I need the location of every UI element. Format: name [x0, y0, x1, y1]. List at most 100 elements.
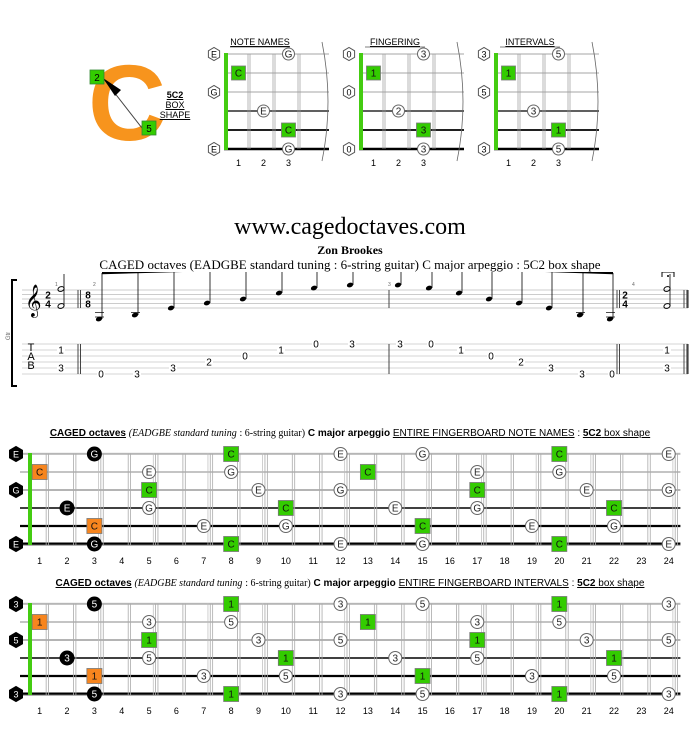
tab-number: 3: [397, 340, 403, 351]
note-label: 1: [283, 654, 289, 665]
fingerboard-note-names: EGEG C E G C EC E G C E GC E G C E GE G C E G CC E G C E GG C E G C E1…: [9, 445, 681, 566]
time-signature-mid-bottom: 8: [85, 300, 91, 311]
note-label: E: [583, 486, 590, 497]
note-label: 1: [371, 69, 377, 80]
tab-number: 3: [58, 364, 64, 375]
note-label: 5: [92, 690, 98, 701]
title-shape: 5C2: [577, 578, 596, 589]
time-signature-end-bottom: 4: [622, 300, 628, 311]
tab-number: 3: [548, 364, 554, 375]
tab-number: 0: [609, 370, 615, 381]
fretboard-break-curve: [591, 41, 599, 162]
fret-number: 9: [256, 556, 261, 566]
fret-number: 7: [201, 706, 206, 716]
diagram-title: FINGERING: [370, 37, 420, 47]
tab-number: 3: [134, 370, 140, 381]
open-string-label: G: [210, 88, 217, 98]
tab-number: 3: [170, 364, 176, 375]
note-label: 5: [474, 654, 480, 665]
treble-clef-icon: 𝄞: [25, 285, 42, 318]
shape-label: 5C2 BOX SHAPE: [155, 90, 195, 120]
fret-number: 6: [174, 556, 179, 566]
fret-number: 17: [472, 706, 482, 716]
note-label: 1: [92, 672, 98, 683]
shape-label-box: BOX: [165, 100, 185, 110]
shape-label-shape: SHAPE: [159, 110, 191, 120]
note-label: 5: [666, 636, 672, 647]
fret-number: 23: [636, 706, 646, 716]
title-caged: CAGED octaves: [49, 428, 126, 439]
note-label: 3: [338, 690, 344, 701]
fret-number: 11: [309, 706, 318, 716]
beam: [101, 272, 183, 275]
open-string-label: E: [211, 50, 217, 60]
note-label: C: [285, 126, 292, 137]
measure-number: 3: [388, 282, 391, 288]
diagram-title: INTERVALS: [505, 37, 554, 47]
note-label: C: [610, 504, 617, 515]
title-colon: :: [577, 428, 581, 439]
note-label: C: [228, 540, 235, 551]
note-label: 5: [556, 50, 562, 61]
fret-number: 14: [390, 556, 400, 566]
tab-number: 1: [664, 346, 670, 357]
fret-number: 5: [147, 556, 152, 566]
open-string-label: 0: [346, 50, 351, 60]
site-title: www.cagedoctaves.com: [234, 214, 466, 240]
tab-number: 3: [664, 364, 670, 375]
title-colon: :: [571, 578, 575, 589]
note-label: C: [474, 486, 481, 497]
title-mode: ENTIRE FINGERBOARD NOTE NAMES: [392, 428, 575, 439]
note-label: 1: [474, 636, 480, 647]
fret-number: 16: [445, 556, 455, 566]
open-string-label: G: [12, 486, 19, 496]
note-label: 3: [256, 636, 262, 647]
note-label: 3: [338, 600, 344, 611]
nut: [359, 53, 363, 150]
fret-number: 8: [229, 706, 234, 716]
fingerboard-intervals: 3535 1 3 5 1 31 3 5 1 3 51 3 5 1 3 53 5 1 3 5 11 3 5 1 3 55 1 3 5 1 31…: [9, 595, 681, 716]
fret-number: 22: [609, 556, 619, 566]
title-arpeggio: C major arpeggio: [307, 428, 391, 439]
open-string-label: E: [13, 450, 19, 460]
note-label: E: [337, 540, 344, 551]
note-label: 5: [420, 600, 426, 611]
note-label: 1: [365, 618, 371, 629]
note-label: E: [200, 522, 207, 533]
fret-number: 17: [472, 556, 482, 566]
open-string-label: 0: [346, 88, 351, 98]
subtitle: CAGED octaves (EADGBE standard tuning : …: [99, 257, 601, 272]
shape-marker-top-label: 2: [94, 73, 100, 84]
title-tuning: (EADGBE standard tuning: [134, 578, 243, 589]
note-label: 1: [146, 636, 152, 647]
open-string-label: 5: [481, 88, 486, 98]
fret-number: 12: [336, 706, 346, 716]
fret-number: 9: [256, 706, 261, 716]
nut: [28, 453, 32, 545]
note-label: C: [364, 468, 371, 479]
open-string-label: 3: [481, 145, 486, 155]
fret-number: 2: [396, 158, 401, 168]
note-label: G: [227, 468, 235, 479]
measure-number: 1: [55, 282, 58, 288]
note-label: 1: [228, 690, 234, 701]
open-string-label: E: [211, 145, 217, 155]
note-label: E: [665, 540, 672, 551]
fret-number: 16: [445, 706, 455, 716]
note-label: 1: [556, 126, 562, 137]
fret-number: 1: [371, 158, 376, 168]
fret-number: 20: [554, 706, 564, 716]
nut: [494, 53, 498, 150]
note-label: E: [529, 522, 536, 533]
title-shape: 5C2: [582, 428, 602, 439]
tab-number: 0: [98, 370, 104, 381]
fret-number: 10: [281, 706, 291, 716]
note-label: 1: [420, 672, 426, 683]
note-label: G: [419, 540, 427, 551]
tab-number: 2: [206, 358, 212, 369]
fret-number: 3: [92, 556, 97, 566]
diagram-intervals: INTERVALS 3 5 3 5 1 3 1 5 1 2 3: [477, 37, 599, 168]
note-label: 5: [283, 672, 289, 683]
tab-number: 1: [278, 346, 284, 357]
note-label: G: [145, 504, 153, 515]
